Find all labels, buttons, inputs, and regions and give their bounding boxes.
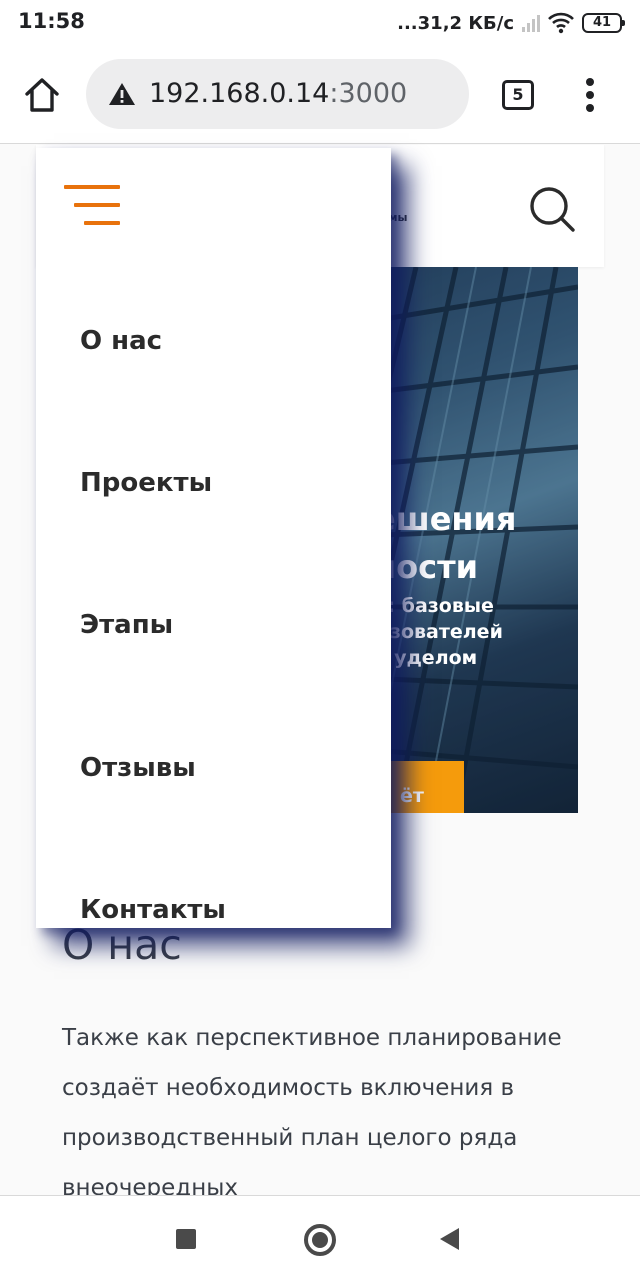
menu-item-about[interactable]: О нас	[80, 326, 162, 356]
address-bar[interactable]: 192.168.0.14:3000	[86, 59, 469, 129]
status-icons: ...31,2 КБ/с 41	[397, 9, 625, 37]
url-text: 192.168.0.14:3000	[149, 78, 407, 109]
menu-item-reviews[interactable]: Отзывы	[80, 753, 196, 783]
signal-icon	[522, 14, 540, 32]
recent-apps-icon[interactable]	[176, 1229, 196, 1249]
url-host: 192.168.0.14	[149, 78, 330, 109]
browser-toolbar: 192.168.0.14:3000 5	[0, 46, 640, 144]
menu-item-contacts[interactable]: Контакты	[80, 895, 226, 925]
menu-item-stages[interactable]: Этапы	[80, 610, 173, 640]
system-navigation-bar	[0, 1195, 640, 1280]
about-heading: О нас	[62, 921, 182, 969]
tab-switcher-button[interactable]: 5	[502, 80, 534, 110]
hamburger-menu-icon[interactable]	[64, 185, 120, 227]
more-menu-icon[interactable]	[574, 76, 606, 114]
menu-item-projects[interactable]: Проекты	[80, 468, 212, 498]
side-menu-drawer: О нас Проекты Этапы Отзывы Контакты	[36, 148, 391, 928]
network-speed: ...31,2 КБ/с	[397, 12, 514, 34]
search-icon[interactable]	[528, 185, 578, 235]
warning-triangle-icon[interactable]	[108, 82, 136, 106]
home-button-icon[interactable]	[304, 1224, 336, 1256]
wifi-icon	[548, 12, 574, 34]
battery-icon: 41	[582, 13, 625, 33]
home-icon[interactable]	[22, 76, 62, 114]
about-paragraph: Также как перспективное планирование соз…	[62, 1025, 562, 1195]
url-port: :3000	[329, 78, 408, 109]
status-bar: 11:58 ...31,2 КБ/с 41	[0, 0, 640, 46]
back-icon[interactable]	[440, 1228, 459, 1250]
status-time: 11:58	[18, 9, 85, 33]
